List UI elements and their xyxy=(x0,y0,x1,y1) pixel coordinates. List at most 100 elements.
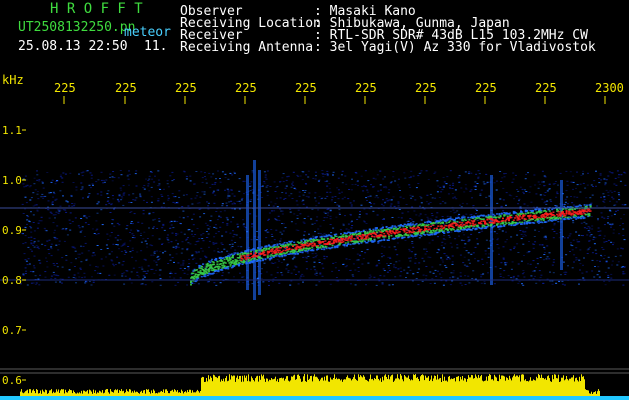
noise-pixel xyxy=(219,181,222,183)
noise-pixel xyxy=(303,231,306,233)
level-bar xyxy=(65,389,66,396)
noise-pixel xyxy=(516,189,518,190)
noise-pixel xyxy=(598,182,601,184)
noise-pixel xyxy=(205,182,208,184)
noise-pixel xyxy=(535,266,537,268)
noise-pixel xyxy=(109,235,112,237)
noise-pixel xyxy=(603,224,606,226)
noise-pixel xyxy=(602,193,605,195)
echo-pixel xyxy=(238,265,240,267)
noise-pixel xyxy=(226,188,229,190)
level-bar xyxy=(103,393,104,396)
level-bar xyxy=(40,390,41,396)
echo-pixel xyxy=(470,229,473,231)
noise-pixel xyxy=(295,266,298,268)
echo-pixel xyxy=(575,215,578,217)
noise-pixel xyxy=(123,192,126,194)
noise-pixel xyxy=(157,200,160,202)
noise-pixel xyxy=(302,281,304,283)
level-bar xyxy=(166,389,167,396)
noise-pixel xyxy=(370,202,372,204)
echo-pixel xyxy=(388,237,390,239)
noise-pixel xyxy=(69,229,72,231)
echo-pixel xyxy=(293,241,296,244)
level-bar xyxy=(227,381,228,396)
noise-pixel xyxy=(357,259,360,261)
noise-pixel xyxy=(572,220,575,222)
level-bar xyxy=(398,378,399,396)
noise-pixel xyxy=(622,266,625,267)
level-bar xyxy=(383,380,384,396)
noise-pixel xyxy=(465,188,468,190)
noise-pixel xyxy=(56,263,58,264)
noise-pixel xyxy=(268,259,271,261)
noise-pixel xyxy=(605,189,608,191)
noise-pixel xyxy=(298,195,301,197)
echo-pixel xyxy=(232,256,234,259)
noise-pixel xyxy=(563,284,566,286)
noise-pixel xyxy=(153,251,156,253)
noise-pixel xyxy=(345,183,348,185)
noise-pixel xyxy=(485,183,488,185)
noise-pixel xyxy=(151,178,154,180)
noise-pixel xyxy=(464,243,467,245)
echo-pixel xyxy=(256,249,258,251)
level-bar xyxy=(322,377,323,396)
noise-pixel xyxy=(26,223,28,225)
noise-pixel xyxy=(191,255,194,257)
noise-pixel xyxy=(467,252,470,254)
noise-pixel xyxy=(281,233,284,235)
level-bar xyxy=(128,391,129,396)
noise-pixel xyxy=(315,272,318,274)
noise-pixel xyxy=(155,264,158,266)
level-bar xyxy=(202,376,203,396)
noise-pixel xyxy=(603,178,606,180)
noise-pixel xyxy=(552,237,555,239)
noise-pixel xyxy=(256,239,258,241)
noise-pixel xyxy=(623,171,626,173)
noise-pixel xyxy=(59,209,62,211)
echo-pixel xyxy=(422,231,425,234)
noise-pixel xyxy=(356,253,359,255)
noise-pixel xyxy=(529,186,532,188)
echo-pixel xyxy=(430,230,432,232)
noise-pixel xyxy=(83,276,86,278)
noise-pixel xyxy=(132,235,135,236)
noise-pixel xyxy=(552,183,555,185)
noise-pixel xyxy=(30,231,33,233)
level-bar xyxy=(276,381,277,396)
noise-pixel xyxy=(228,201,231,203)
noise-pixel xyxy=(502,210,505,212)
noise-pixel xyxy=(578,283,580,285)
noise-pixel xyxy=(564,271,567,273)
level-bar xyxy=(253,380,254,396)
noise-pixel xyxy=(551,264,554,266)
noise-streak xyxy=(258,170,261,295)
echo-pixel xyxy=(200,265,203,268)
noise-pixel xyxy=(615,210,617,212)
noise-pixel xyxy=(579,263,582,265)
noise-pixel xyxy=(205,256,208,258)
noise-pixel xyxy=(451,193,454,194)
noise-pixel xyxy=(526,205,529,207)
noise-pixel xyxy=(315,205,318,207)
echo-pixel xyxy=(422,223,425,226)
level-bar xyxy=(237,375,238,396)
noise-pixel xyxy=(459,272,462,274)
noise-pixel xyxy=(613,183,616,185)
level-bar xyxy=(106,389,107,396)
echo-pixel xyxy=(278,243,281,245)
noise-pixel xyxy=(173,261,175,263)
echo-pixel xyxy=(344,237,347,239)
noise-pixel xyxy=(449,210,452,212)
noise-pixel xyxy=(284,227,287,229)
noise-pixel xyxy=(546,190,549,192)
noise-pixel xyxy=(278,219,281,221)
noise-pixel xyxy=(189,243,192,245)
noise-pixel xyxy=(422,274,425,276)
echo-pixel xyxy=(545,221,548,223)
level-bar xyxy=(139,393,140,396)
noise-pixel xyxy=(413,210,416,212)
noise-pixel xyxy=(415,278,418,279)
noise-pixel xyxy=(302,203,305,205)
